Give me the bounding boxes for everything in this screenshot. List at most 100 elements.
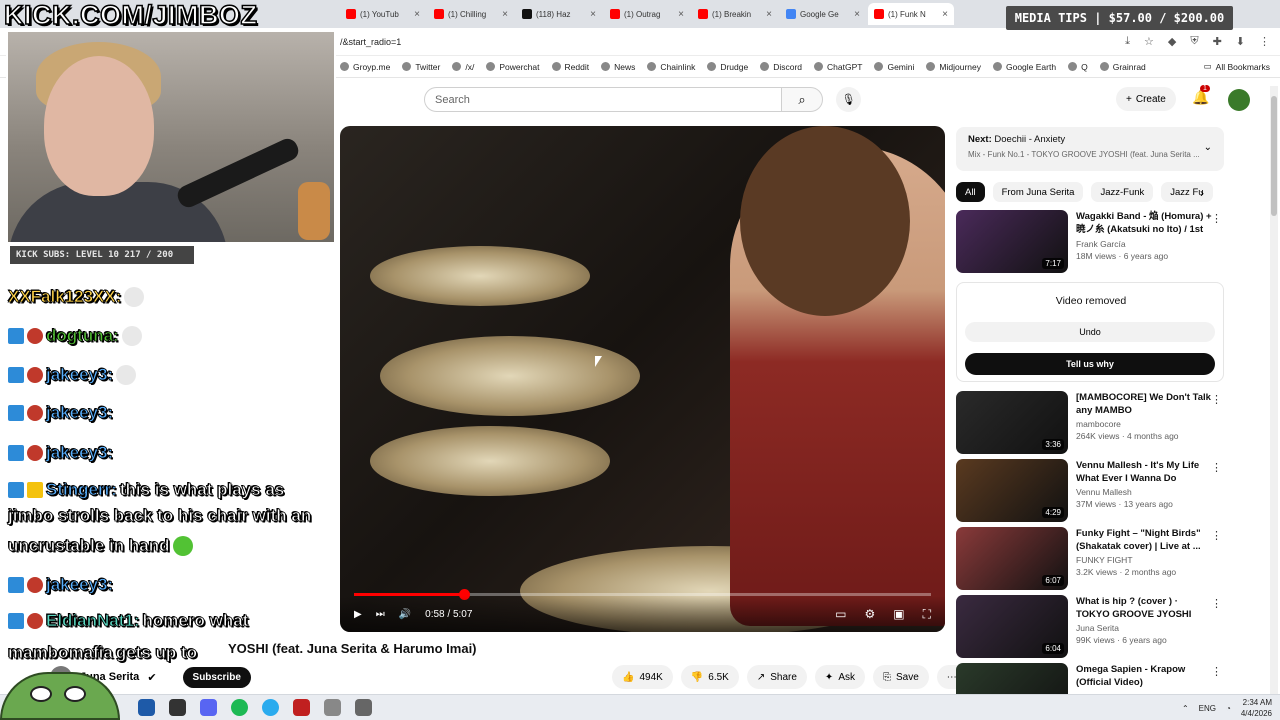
more-options-icon[interactable]: ⋮ xyxy=(1211,665,1222,678)
video-player[interactable]: ▶ ⏭ 🔊 0:58 / 5:07 ▭ ⚙ ▣ ⛶ xyxy=(340,126,945,632)
recommendation-title[interactable]: Wagakki Band - 焔 (Homura) + 暁ノ糸 (Akatsuk… xyxy=(1076,210,1212,237)
create-button[interactable]: + Create xyxy=(1116,87,1176,111)
recommendation-channel[interactable]: mambocore xyxy=(1076,419,1212,429)
subscribe-button[interactable]: Subscribe xyxy=(182,666,251,688)
browser-tab[interactable]: (1) YouTub × xyxy=(340,3,426,25)
recommendation-title[interactable]: Vennu Mallesh - It's My Life What Ever I… xyxy=(1076,459,1212,485)
recommendation-channel[interactable]: Frank García xyxy=(1076,239,1212,249)
play-icon[interactable]: ▶ xyxy=(354,609,362,620)
bookmark-item[interactable]: Powerchat xyxy=(486,62,540,72)
recommendation-title[interactable]: [MAMBOCORE] We Don't Talk any MAMBO xyxy=(1076,391,1212,417)
page-scrollbar[interactable] xyxy=(1270,86,1278,696)
recommendation-title[interactable]: Funky Fight – "Night Birds" (Shakatak co… xyxy=(1076,527,1212,553)
taskbar-app-icon[interactable] xyxy=(138,699,155,716)
recommendation-item[interactable]: 3:36 [MAMBOCORE] We Don't Talk any MAMBO m… xyxy=(956,391,1226,455)
bookmark-item[interactable]: Gemini xyxy=(874,62,914,72)
more-options-icon[interactable]: ⋮ xyxy=(1211,461,1222,474)
url-text[interactable]: /&start_radio=1 xyxy=(340,37,1125,47)
taskbar-app-icon[interactable] xyxy=(169,699,186,716)
close-icon[interactable]: × xyxy=(766,9,772,20)
chevron-right-icon[interactable]: › xyxy=(1200,186,1204,200)
close-icon[interactable]: × xyxy=(678,9,684,20)
like-button[interactable]: 👍 494K xyxy=(612,665,673,689)
chevron-down-icon[interactable]: ⌄ xyxy=(1204,142,1212,153)
bookmark-item[interactable]: Groyp.me xyxy=(340,62,390,72)
menu-icon[interactable]: ⋮ xyxy=(1259,35,1270,48)
filter-chip[interactable]: Jazz-Funk xyxy=(1091,182,1154,202)
recommendation-item[interactable]: 7:17 Wagakki Band - 焔 (Homura) + 暁ノ糸 (Aka… xyxy=(956,210,1226,274)
recommendation-item[interactable]: 6:04 What is hip ? (cover ) · TOKYO GROOV… xyxy=(956,595,1226,659)
close-icon[interactable]: × xyxy=(414,9,420,20)
close-icon[interactable]: × xyxy=(942,9,948,20)
bookmark-item[interactable]: Grainrad xyxy=(1099,62,1146,72)
close-icon[interactable]: × xyxy=(590,9,596,20)
telegram-icon[interactable] xyxy=(262,699,279,716)
taskbar-app-icon[interactable] xyxy=(324,699,341,716)
fullscreen-icon[interactable]: ⛶ xyxy=(923,607,931,622)
notifications-button[interactable]: 🔔 1 xyxy=(1192,85,1210,106)
more-options-icon[interactable]: ⋮ xyxy=(1211,529,1222,542)
spotify-icon[interactable] xyxy=(231,699,248,716)
save-button[interactable]: ⎘ Save xyxy=(872,665,929,689)
browser-tab[interactable]: (1) Chilling × xyxy=(428,3,514,25)
more-options-icon[interactable]: ⋮ xyxy=(1211,393,1222,406)
bookmark-item[interactable]: News xyxy=(601,62,635,72)
search-button[interactable]: ⌕ xyxy=(781,87,823,112)
bookmark-item[interactable]: Midjourney xyxy=(926,62,981,72)
taskbar-app-icon[interactable] xyxy=(355,699,372,716)
filter-chip[interactable]: Jazz Fu xyxy=(1161,182,1213,202)
video-thumbnail[interactable]: 7:17 xyxy=(956,210,1068,273)
clock[interactable]: 2:34 AM 4/4/2026 xyxy=(1241,697,1272,719)
video-thumbnail[interactable]: 3:36 xyxy=(956,391,1068,454)
install-icon[interactable]: ⤓ xyxy=(1125,35,1130,48)
recommendation-item[interactable]: 6:07 Funky Fight – "Night Birds" (Shakata… xyxy=(956,527,1226,591)
video-thumbnail[interactable]: 6:04 xyxy=(956,595,1068,658)
account-avatar[interactable] xyxy=(1228,89,1250,111)
bookmark-item[interactable]: ChatGPT xyxy=(814,62,862,72)
next-icon[interactable]: ⏭ xyxy=(376,609,385,620)
filter-chip[interactable]: All xyxy=(956,182,985,202)
language-indicator[interactable]: ENG xyxy=(1199,704,1216,713)
voice-search-button[interactable]: 🎙 xyxy=(836,87,861,112)
recommendation-title[interactable]: What is hip ? (cover ) · TOKYO GROOVE JY… xyxy=(1076,595,1212,621)
chevron-up-icon[interactable]: ⌃ xyxy=(1182,704,1189,713)
recommendation-channel[interactable]: Vennu Mallesh xyxy=(1076,487,1212,497)
settings-icon[interactable]: ⚙ xyxy=(864,607,875,622)
tell-us-why-button[interactable]: Tell us why xyxy=(965,353,1215,375)
bookmark-item[interactable]: Chainlink xyxy=(647,62,695,72)
theater-icon[interactable]: ▣ xyxy=(893,607,904,622)
video-thumbnail[interactable]: 4:29 xyxy=(956,459,1068,522)
recommendation-channel[interactable]: Juna Serita xyxy=(1076,623,1212,633)
network-icon[interactable]: ◔ xyxy=(1226,704,1231,713)
recommendation-item[interactable]: 4:29 Vennu Mallesh - It's My Life What Ev… xyxy=(956,459,1226,523)
bookmark-item[interactable]: Twitter xyxy=(402,62,440,72)
bookmark-item[interactable]: Discord xyxy=(760,62,802,72)
taskbar-app-icon[interactable] xyxy=(293,699,310,716)
puzzle-icon[interactable]: ✚ xyxy=(1213,35,1222,48)
captions-icon[interactable]: ▭ xyxy=(835,607,846,622)
filter-chip[interactable]: From Juna Serita xyxy=(992,182,1084,202)
browser-tab[interactable]: (1) Funk N × xyxy=(868,3,954,25)
recommendation-channel[interactable]: FUNKY FIGHT xyxy=(1076,555,1212,565)
close-icon[interactable]: × xyxy=(502,9,508,20)
bookmark-item[interactable]: Drudge xyxy=(707,62,748,72)
video-thumbnail[interactable]: 6:07 xyxy=(956,527,1068,590)
scrollbar-thumb[interactable] xyxy=(1271,96,1277,216)
dislike-button[interactable]: 👎 6.5K xyxy=(680,665,739,689)
browser-tab[interactable]: (1) Outrag × xyxy=(604,3,690,25)
search-input[interactable]: Search xyxy=(424,87,782,112)
browser-tab[interactable]: (1) Breakin × xyxy=(692,3,778,25)
recommendation-title[interactable]: Omega Sapien - Krapow (Official Video) xyxy=(1076,663,1212,689)
bookmark-item[interactable]: Google Earth xyxy=(992,62,1056,72)
bookmark-item[interactable]: /x/ xyxy=(452,62,474,72)
up-next-panel[interactable]: Next: Doechii - Anxiety Mix - Funk No.1 … xyxy=(956,127,1224,171)
all-bookmarks[interactable]: ▭ All Bookmarks xyxy=(1204,61,1280,72)
star-icon[interactable]: ☆ xyxy=(1144,35,1154,48)
volume-icon[interactable]: 🔊 xyxy=(399,609,411,620)
download-icon[interactable]: ⬇ xyxy=(1236,35,1245,48)
undo-button[interactable]: Undo xyxy=(965,322,1215,342)
ask-button[interactable]: ✦ Ask xyxy=(814,665,865,689)
shield-icon[interactable]: ⛨ xyxy=(1190,35,1198,48)
share-button[interactable]: ↗ Share xyxy=(746,665,807,689)
taskbar-app-icon[interactable] xyxy=(200,699,217,716)
